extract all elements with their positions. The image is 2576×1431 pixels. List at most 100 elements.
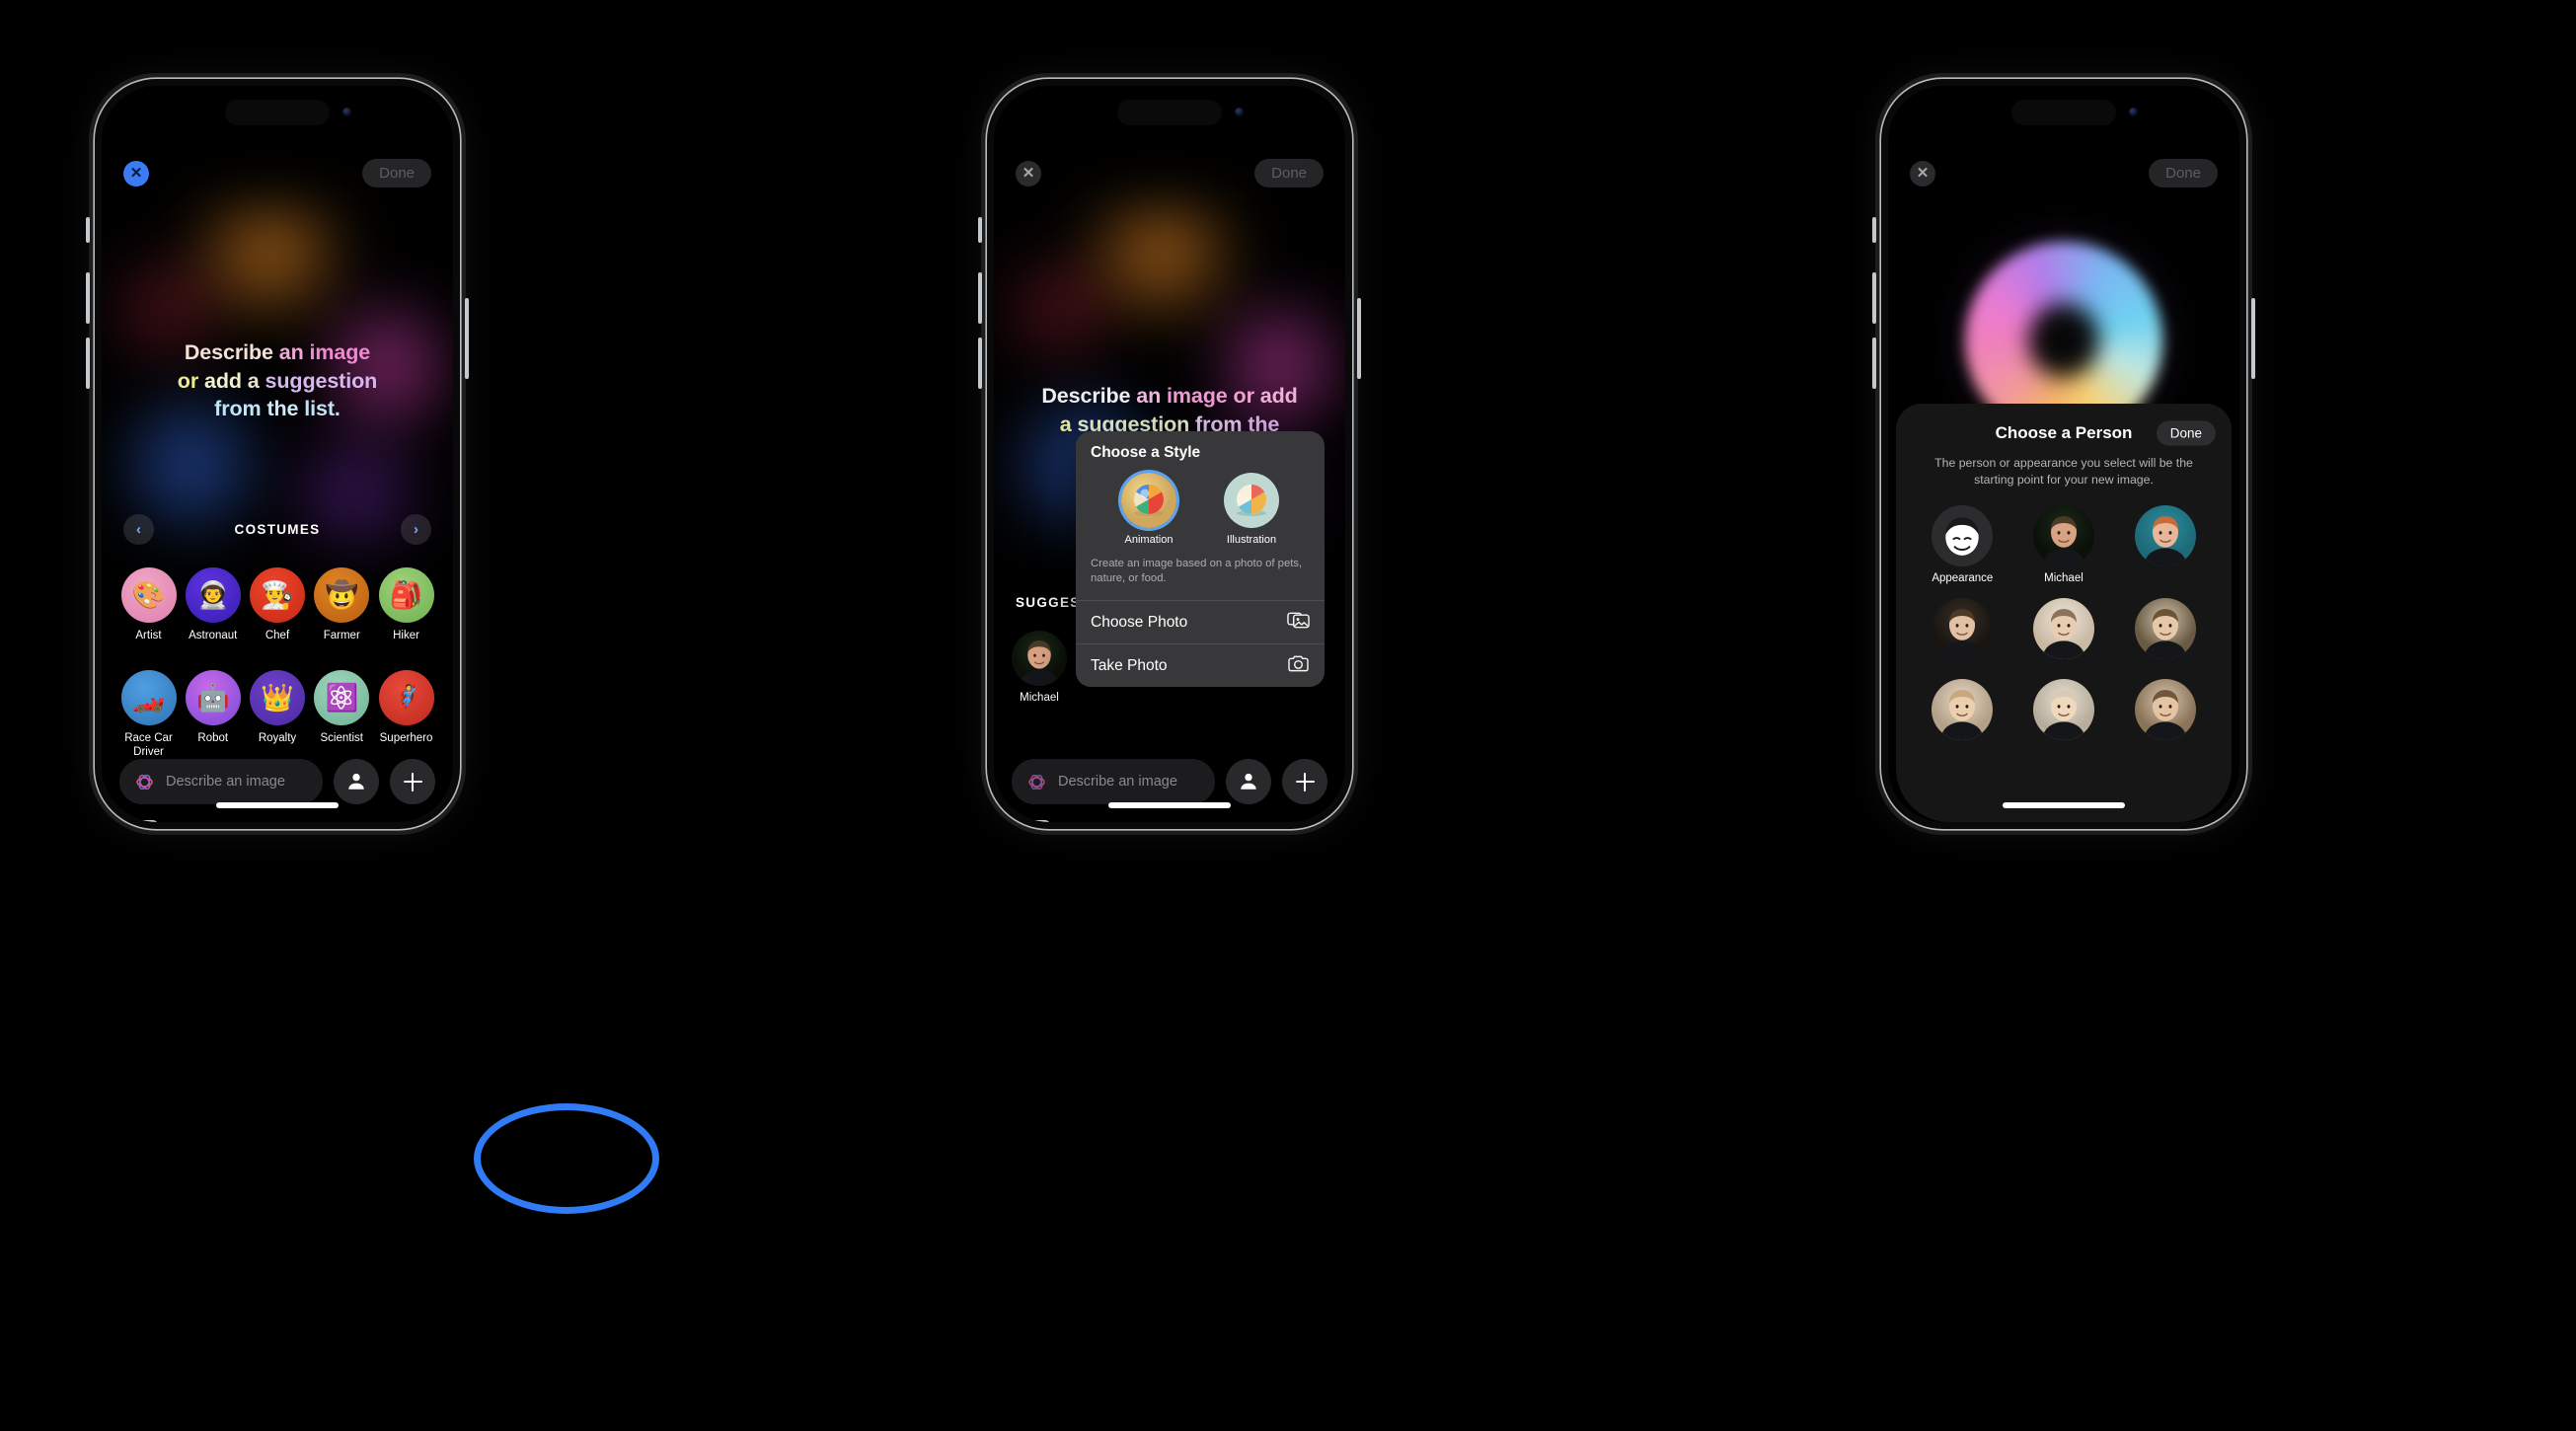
done-button[interactable]: Done	[362, 159, 431, 188]
close-icon[interactable]: ✕	[1016, 160, 1041, 187]
costume-label: Hiker	[393, 630, 419, 641]
add-button[interactable]	[1282, 759, 1327, 804]
popover-top-section: Choose a Style Animation Illustration Cr…	[1076, 431, 1325, 600]
person-label: Appearance	[1932, 572, 1994, 585]
volume-down-button[interactable]	[978, 338, 982, 389]
power-button[interactable]	[465, 298, 469, 379]
phone-1-screen: ✕ Done Describe an image or add a suggest…	[102, 86, 453, 822]
person-avatar	[2032, 679, 2094, 741]
person-cell[interactable]	[2028, 679, 2099, 746]
front-camera-icon	[2129, 108, 2138, 116]
close-icon[interactable]: ✕	[1910, 160, 1935, 187]
style-option-illustration[interactable]: Illustration	[1216, 473, 1287, 546]
costume-cell[interactable]: 👨‍🚀 Astronaut	[182, 567, 244, 643]
person-cell[interactable]	[2028, 598, 2099, 665]
home-indicator[interactable]	[216, 802, 339, 808]
costume-icon: 🏎️	[120, 670, 177, 725]
person-button[interactable]	[334, 759, 379, 804]
plus-icon	[1295, 772, 1315, 791]
sheet-description: The person or appearance you select will…	[1934, 456, 2193, 487]
person-cell[interactable]: Michael	[2028, 505, 2099, 584]
home-indicator[interactable]	[2003, 802, 2125, 808]
phone-3-screen: ✕ Done Choose a Person Done The person o…	[1888, 86, 2239, 822]
costume-cell[interactable]: ⚛️ Scientist	[311, 670, 373, 759]
chevron-right-icon[interactable]: ›	[401, 514, 431, 545]
done-button[interactable]: Done	[1254, 159, 1324, 188]
power-button[interactable]	[2251, 298, 2255, 379]
hero-line: Describe an image or add	[994, 382, 1345, 411]
hero-word: the	[266, 397, 305, 421]
volume-down-button[interactable]	[1872, 338, 1876, 389]
costume-cell[interactable]: 🤠 Farmer	[311, 567, 373, 643]
costume-cell[interactable]: 🦸 Superhero	[375, 670, 437, 759]
person-button[interactable]	[1226, 759, 1271, 804]
person-cell[interactable]	[2130, 505, 2201, 584]
volume-down-button[interactable]	[86, 338, 90, 389]
hero-word: an	[278, 340, 310, 364]
done-button[interactable]: Done	[2149, 159, 2218, 188]
volume-up-button[interactable]	[86, 272, 90, 324]
front-camera-icon	[342, 108, 351, 116]
costume-icon: 🦸	[378, 670, 434, 725]
person-cell[interactable]: Appearance	[1927, 505, 1998, 584]
top-bar: ✕ Done	[994, 159, 1345, 188]
person-cell[interactable]	[2130, 598, 2201, 665]
photo-stack-icon	[1287, 610, 1310, 635]
add-button[interactable]	[390, 759, 435, 804]
mute-switch[interactable]	[86, 217, 90, 243]
suggestion-cell[interactable]: Michael	[1012, 631, 1067, 704]
describe-image-placeholder: Describe an image	[1058, 774, 1177, 790]
costume-icon: 👨‍🚀	[185, 567, 241, 623]
costume-cell[interactable]: 👑 Royalty	[247, 670, 309, 759]
describe-image-input[interactable]: Describe an image	[1012, 759, 1215, 804]
person-avatar	[2032, 598, 2094, 660]
person-cell[interactable]	[1927, 598, 1998, 665]
person-icon	[348, 773, 364, 790]
style-option-animation[interactable]: Animation	[1113, 473, 1184, 546]
top-bar: ✕ Done	[1888, 159, 2239, 188]
costume-cell[interactable]: 🤖 Robot	[182, 670, 244, 759]
mute-switch[interactable]	[978, 217, 982, 243]
power-button[interactable]	[1357, 298, 1361, 379]
annotation-ellipse	[474, 1103, 659, 1214]
close-icon[interactable]: ✕	[123, 160, 149, 187]
dynamic-island	[1117, 100, 1222, 125]
choose-photo-item[interactable]: Choose Photo	[1076, 600, 1325, 643]
person-cell[interactable]	[1927, 679, 1998, 746]
home-indicator[interactable]	[1108, 802, 1231, 808]
suggestion-avatar	[1012, 631, 1067, 686]
volume-up-button[interactable]	[1872, 272, 1876, 324]
hero-line: Describe an image	[102, 339, 453, 367]
person-avatar	[1932, 598, 1994, 660]
person-cell[interactable]	[2130, 679, 2201, 746]
describe-image-placeholder: Describe an image	[166, 774, 285, 790]
hero-word: image	[309, 340, 371, 364]
costumes-section-header: ‹ COSTUMES ›	[102, 514, 453, 545]
hero-word: a	[247, 368, 265, 393]
costume-cell[interactable]: 👨‍🍳 Chef	[247, 567, 309, 643]
siri-sparkle-icon	[136, 774, 153, 790]
popover-title: Choose a Style	[1091, 444, 1201, 461]
costume-cell[interactable]: 🎨 Artist	[117, 567, 180, 643]
sheet-done-button[interactable]: Done	[2156, 420, 2216, 446]
hero-word: add	[203, 368, 248, 393]
costume-label: Artist	[135, 630, 162, 641]
describe-image-input[interactable]: Describe an image	[119, 759, 323, 804]
costume-label: Scientist	[320, 732, 363, 744]
popover-description: Create an image based on a photo of pets…	[1091, 558, 1303, 585]
beta-badge: BETA	[1018, 820, 1050, 822]
take-photo-label: Take Photo	[1091, 656, 1168, 674]
choose-a-person-sheet: Choose a Person Done The person or appea…	[1896, 404, 2232, 822]
chevron-left-icon[interactable]: ‹	[123, 514, 154, 545]
person-avatar	[2032, 505, 2094, 567]
costume-icon: 👨‍🍳	[250, 567, 305, 623]
person-label: Michael	[2044, 572, 2084, 585]
person-grid: Appearance Michael	[1912, 505, 2216, 746]
costume-cell[interactable]: 🏎️ Race Car Driver	[117, 670, 180, 759]
take-photo-item[interactable]: Take Photo	[1076, 643, 1325, 687]
volume-up-button[interactable]	[978, 272, 982, 324]
person-avatar	[1932, 679, 1994, 741]
mute-switch[interactable]	[1872, 217, 1876, 243]
sheet-header: Choose a Person Done	[1912, 420, 2216, 446]
costume-cell[interactable]: 🎒 Hiker	[375, 567, 437, 643]
